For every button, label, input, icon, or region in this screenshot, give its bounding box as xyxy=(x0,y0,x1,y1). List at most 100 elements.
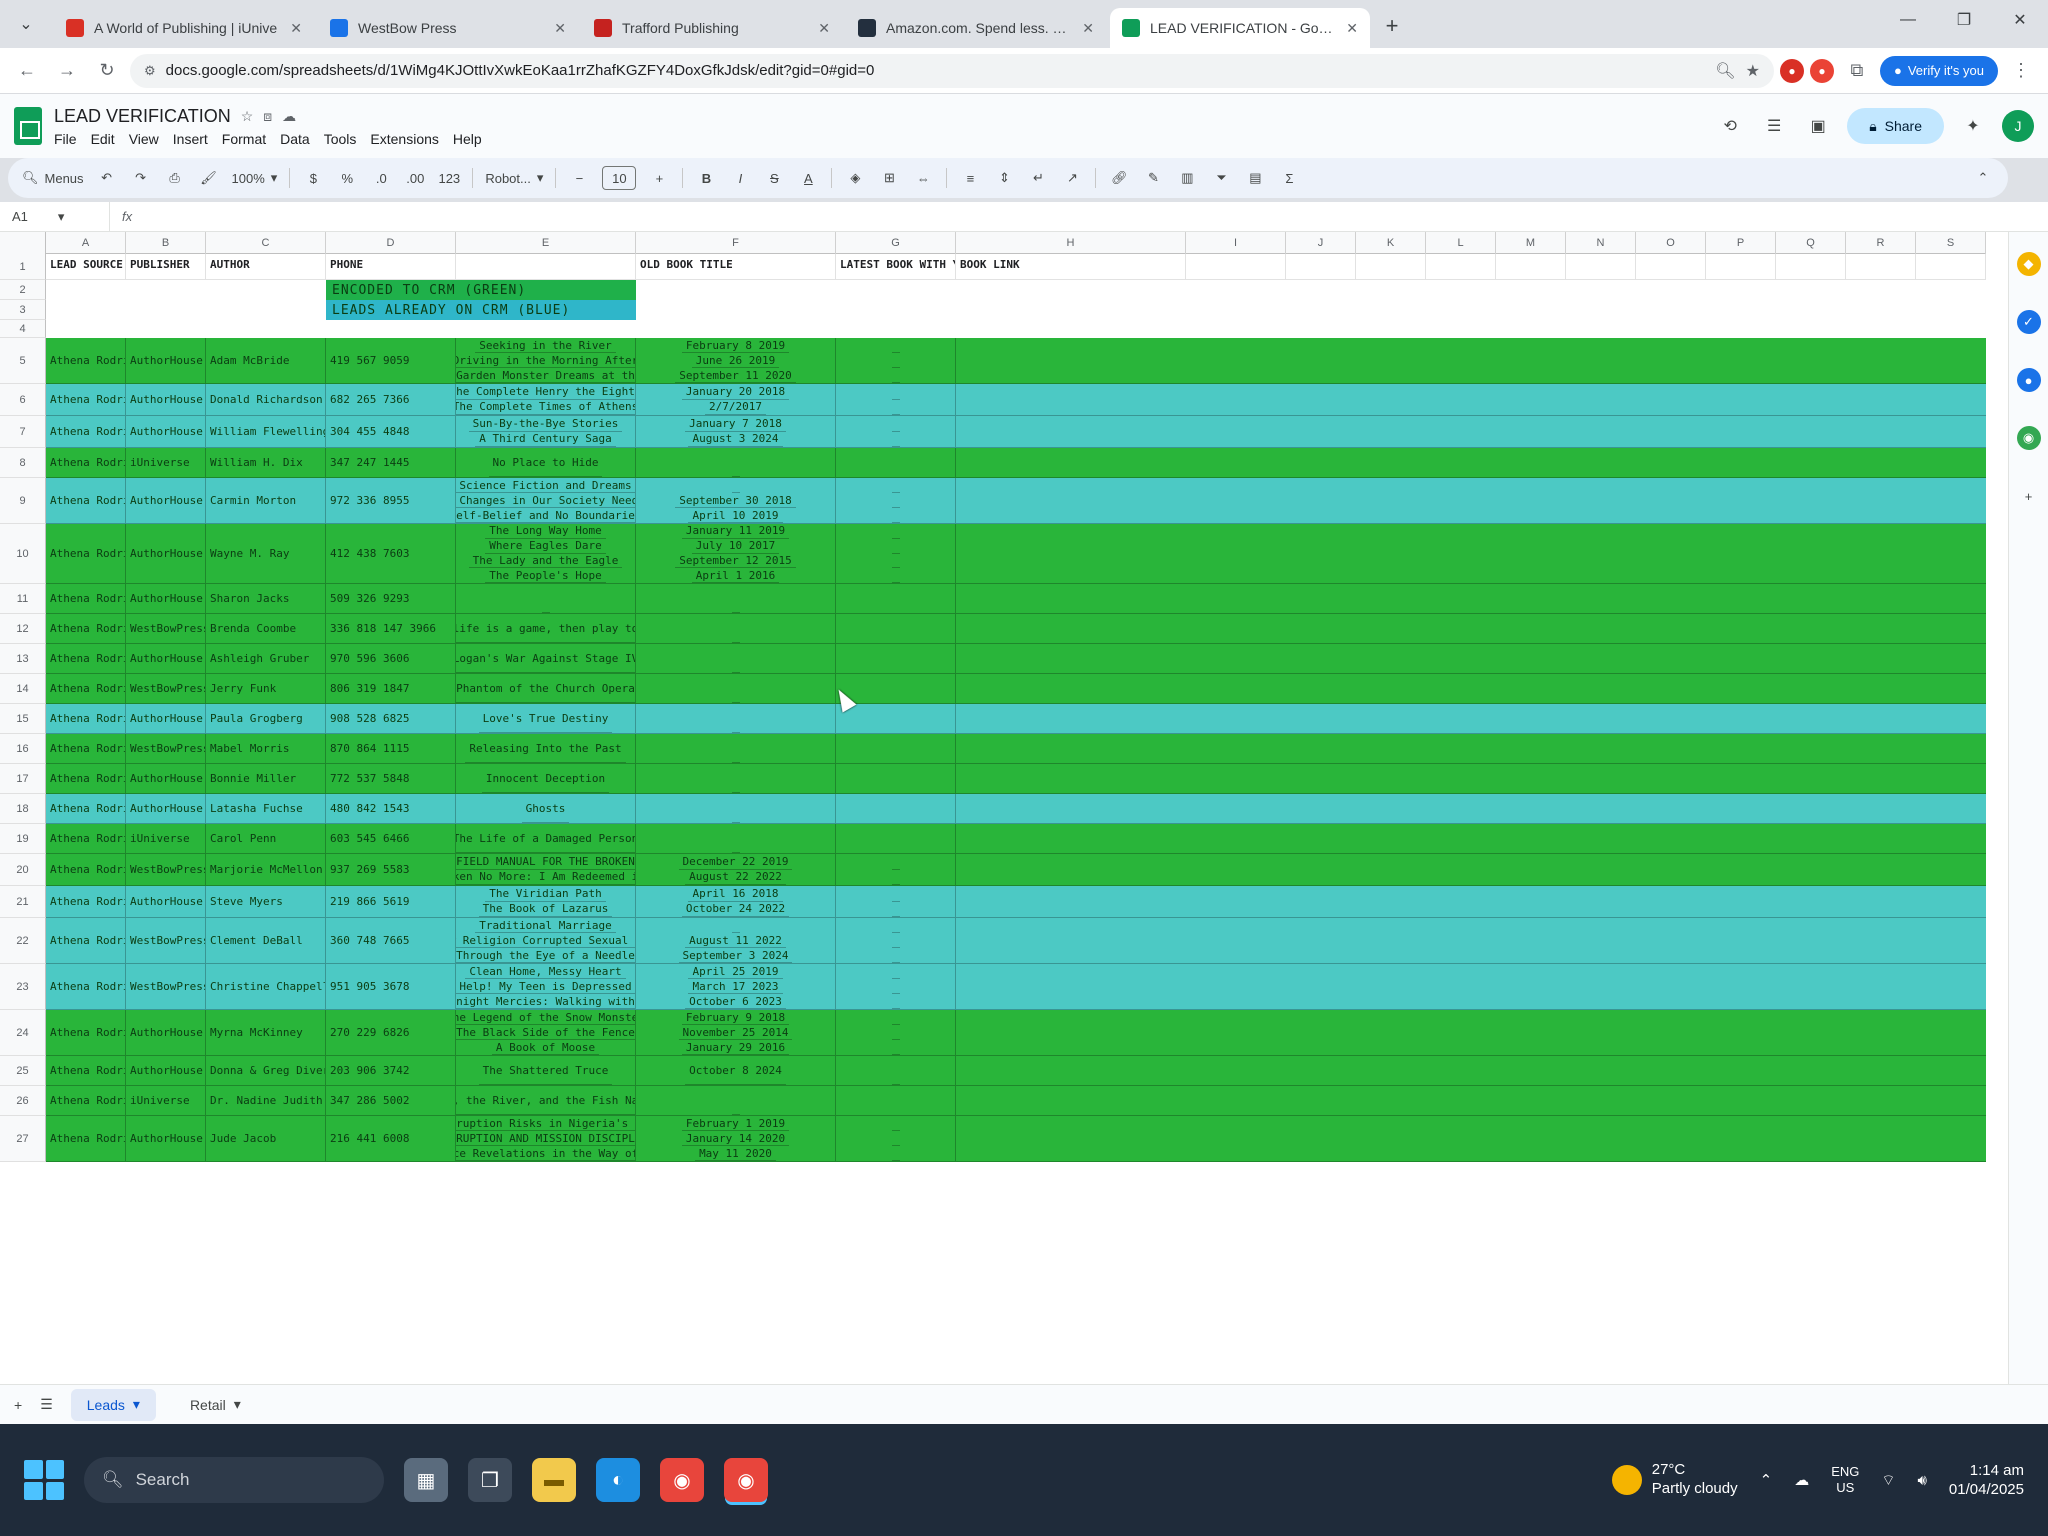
book-link[interactable] xyxy=(891,1116,900,1131)
table-row[interactable]: 25Athena RodriguAuthorHouseDonna & Greg … xyxy=(0,1056,1986,1086)
column-header[interactable]: K xyxy=(1356,232,1426,254)
header-old-book-title[interactable]: OLD BOOK TITLE xyxy=(636,254,836,280)
empty-cell[interactable] xyxy=(1636,704,1706,734)
empty-cell[interactable] xyxy=(1776,448,1846,478)
empty-cell[interactable] xyxy=(1496,734,1566,764)
cell-phone[interactable]: 682 265 7366 xyxy=(326,384,456,416)
empty-cell[interactable] xyxy=(1186,886,1286,918)
select-all-corner[interactable] xyxy=(0,232,46,254)
book-date[interactable] xyxy=(731,824,740,853)
empty-cell[interactable] xyxy=(1706,1116,1776,1162)
menu-data[interactable]: Data xyxy=(280,131,310,147)
empty-cell[interactable] xyxy=(956,384,1186,416)
column-header[interactable]: D xyxy=(326,232,456,254)
cell-book-titles[interactable] xyxy=(456,584,636,614)
book-date[interactable] xyxy=(731,674,740,703)
add-sheet-button[interactable]: + xyxy=(14,1397,22,1413)
cell-book-dates[interactable] xyxy=(636,704,836,734)
cell-author[interactable]: Jerry Funk xyxy=(206,674,326,704)
cell-book-dates[interactable] xyxy=(636,764,836,794)
table-row[interactable]: 21Athena RodriguAuthorHouseSteve Myers21… xyxy=(0,886,1986,918)
empty-cell[interactable] xyxy=(1186,854,1286,886)
empty-cell[interactable] xyxy=(1916,584,1986,614)
redo-icon[interactable]: ↷ xyxy=(130,165,152,191)
empty-cell[interactable] xyxy=(1426,764,1496,794)
font-size-input[interactable]: 10 xyxy=(602,166,637,190)
empty-cell[interactable] xyxy=(1776,964,1846,1010)
cell-publisher[interactable]: AuthorHouse xyxy=(126,384,206,416)
row-number[interactable]: 26 xyxy=(0,1086,46,1116)
cell-book-dates[interactable]: February 1 2019 January 14 2020 May 11 202… xyxy=(636,1116,836,1162)
book-title[interactable]: The Viridian Path xyxy=(485,886,606,902)
empty-cell[interactable] xyxy=(1426,384,1496,416)
cell-lead-source[interactable]: Athena Rodrigu xyxy=(46,918,126,964)
empty-cell[interactable] xyxy=(1776,824,1846,854)
book-date[interactable]: August 22 2022 xyxy=(685,870,786,885)
empty-cell[interactable] xyxy=(1356,524,1426,584)
empty-cell[interactable] xyxy=(1916,764,1986,794)
cell-book-links[interactable] xyxy=(836,384,956,416)
empty-cell[interactable] xyxy=(1186,1086,1286,1116)
empty-cell[interactable] xyxy=(956,1116,1186,1162)
empty-cell[interactable] xyxy=(1186,584,1286,614)
book-link[interactable] xyxy=(891,524,900,539)
book-title[interactable]: The Garden Monster Dreams at the Fa xyxy=(456,368,635,383)
widgets-icon[interactable]: ▦ xyxy=(404,1458,448,1502)
empty-cell[interactable] xyxy=(1636,886,1706,918)
volume-icon[interactable]: 🔊︎ xyxy=(1917,1472,1926,1489)
empty-cell[interactable] xyxy=(1846,524,1916,584)
insert-link-icon[interactable]: 🔗︎ xyxy=(1108,165,1130,191)
empty-cell[interactable] xyxy=(1426,674,1496,704)
empty-cell[interactable] xyxy=(1566,674,1636,704)
table-row[interactable]: 7Athena RodriguAuthorHouseWilliam Flewel… xyxy=(0,416,1986,448)
comments-icon[interactable]: ☰ xyxy=(1759,111,1789,141)
increase-decimal-button[interactable]: .00 xyxy=(404,165,426,191)
empty-cell[interactable] xyxy=(1286,338,1356,384)
cell-publisher[interactable]: AuthorHouse xyxy=(126,794,206,824)
text-rotation-icon[interactable]: ↗ xyxy=(1061,165,1083,191)
empty-cell[interactable] xyxy=(1426,794,1496,824)
empty-cell[interactable] xyxy=(1186,764,1286,794)
empty-cell[interactable] xyxy=(1636,854,1706,886)
cell-book-links[interactable] xyxy=(836,734,956,764)
empty-cell[interactable] xyxy=(1706,794,1776,824)
cell-book-dates[interactable]: April 16 2018 October 24 2022 xyxy=(636,886,836,918)
empty-cell[interactable] xyxy=(956,1010,1186,1056)
book-date[interactable]: August 11 2022 xyxy=(685,933,786,948)
empty-cell[interactable] xyxy=(1496,338,1566,384)
empty-cell[interactable] xyxy=(1496,478,1566,524)
cell-lead-source[interactable]: Athena Rodrigu xyxy=(46,854,126,886)
bold-icon[interactable]: B xyxy=(695,165,717,191)
empty-cell[interactable] xyxy=(1776,704,1846,734)
currency-button[interactable]: $ xyxy=(302,165,324,191)
cell-book-dates[interactable]: August 11 2022 September 3 2024 xyxy=(636,918,836,964)
cell-publisher[interactable]: AuthorHouse xyxy=(126,764,206,794)
book-date[interactable]: April 25 2019 xyxy=(688,964,783,979)
cell-book-dates[interactable]: October 8 2024 xyxy=(636,1056,836,1086)
book-date[interactable] xyxy=(731,584,740,613)
font-size-increase-button[interactable]: + xyxy=(648,165,670,191)
table-row[interactable]: 23Athena RodriguWestBowPressChristine Ch… xyxy=(0,964,1986,1010)
empty-cell[interactable] xyxy=(1916,886,1986,918)
cell-publisher[interactable]: AuthorHouse xyxy=(126,416,206,448)
row-number[interactable]: 9 xyxy=(0,478,46,524)
row-number[interactable]: 6 xyxy=(0,384,46,416)
cell-book-links[interactable] xyxy=(836,614,956,644)
empty-cell[interactable] xyxy=(1496,584,1566,614)
empty-cell[interactable] xyxy=(1636,448,1706,478)
cell-publisher[interactable]: WestBowPress xyxy=(126,674,206,704)
column-header[interactable]: C xyxy=(206,232,326,254)
cell-lead-source[interactable]: Athena Rodrigu xyxy=(46,644,126,674)
empty-cell[interactable] xyxy=(1356,1116,1426,1162)
cell-book-links[interactable] xyxy=(836,964,956,1010)
cell-publisher[interactable]: AuthorHouse xyxy=(126,1010,206,1056)
cell-book-titles[interactable]: Phantom of the Church Opera xyxy=(456,674,636,704)
empty-cell[interactable] xyxy=(1426,1116,1496,1162)
more-formats-button[interactable]: 123 xyxy=(438,165,460,191)
empty-cell[interactable] xyxy=(1426,644,1496,674)
empty-cell[interactable] xyxy=(1776,854,1846,886)
book-link[interactable] xyxy=(891,902,900,917)
cell-book-dates[interactable] xyxy=(636,614,836,644)
cell-author[interactable]: Donald Richardson xyxy=(206,384,326,416)
empty-cell[interactable] xyxy=(1286,674,1356,704)
